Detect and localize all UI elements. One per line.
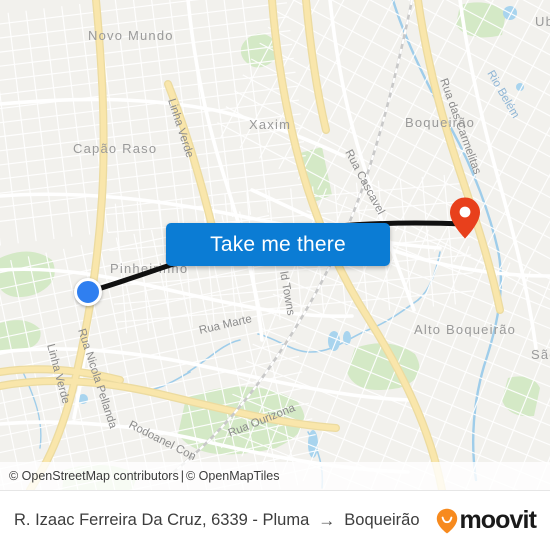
moovit-logo[interactable]: moovit xyxy=(436,506,537,534)
attribution-openmaptiles[interactable]: © OpenMapTiles xyxy=(186,469,280,483)
map-place-label: Alto Boqueirão xyxy=(414,322,516,337)
map-place-label: Ube xyxy=(535,14,550,29)
moovit-map-widget: Novo Mundo Capão Raso Xaxim Boqueirão Pi… xyxy=(0,0,550,550)
attribution-osm[interactable]: © OpenStreetMap contributors xyxy=(9,469,179,483)
map-place-label: Novo Mundo xyxy=(88,28,174,43)
moovit-wordmark: moovit xyxy=(459,506,536,534)
trip-summary: R. Izaac Ferreira Da Cruz, 6339 - Pluma … xyxy=(14,511,436,531)
footer-bar: R. Izaac Ferreira Da Cruz, 6339 - Pluma … xyxy=(0,490,550,550)
map-attribution: © OpenStreetMap contributors | © OpenMapTi… xyxy=(0,462,550,490)
trip-destination-label: Boqueirão xyxy=(344,511,420,529)
map-place-label: São Do xyxy=(531,347,550,362)
map-place-label: Xaxim xyxy=(249,117,291,132)
origin-marker[interactable] xyxy=(74,278,102,306)
take-me-there-button[interactable]: Take me there xyxy=(166,223,390,266)
attribution-separator: | xyxy=(180,469,184,483)
moovit-pin-icon xyxy=(437,508,458,533)
destination-pin-icon[interactable] xyxy=(449,196,481,240)
map-place-label: Capão Raso xyxy=(73,141,157,156)
arrow-right-icon: → xyxy=(318,510,336,530)
trip-origin-label: R. Izaac Ferreira Da Cruz, 6339 - Pluma xyxy=(14,511,310,529)
